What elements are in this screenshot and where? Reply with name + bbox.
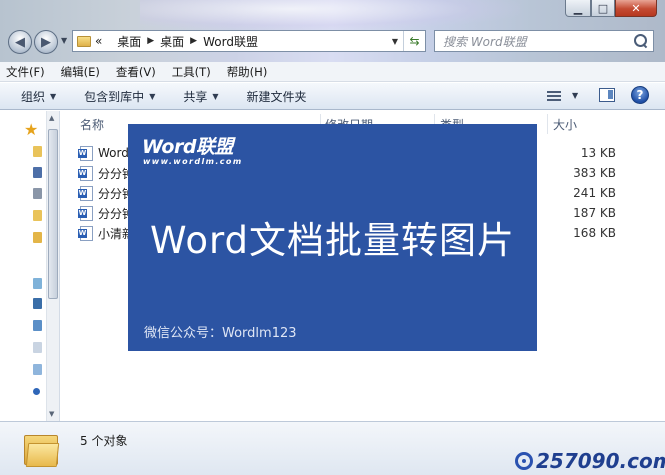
promo-banner: Word联盟 www.wordlm.com Word文档批量转图片 微信公众号：… xyxy=(128,124,537,351)
breadcrumb-item-current[interactable]: Word联盟 xyxy=(203,33,258,50)
nav-desktop-icon[interactable] xyxy=(33,167,42,178)
favorites-star-icon[interactable]: ★ xyxy=(24,120,38,139)
forward-button[interactable]: ▶ xyxy=(34,30,58,54)
nav-music-icon[interactable] xyxy=(33,364,42,375)
close-button[interactable]: ✕ xyxy=(615,0,657,17)
organize-label: 组织 xyxy=(21,89,46,104)
table-row[interactable]: 分分钟 xyxy=(78,185,134,201)
word-document-icon xyxy=(78,205,93,221)
table-row[interactable]: 小清新 xyxy=(78,225,134,241)
column-divider[interactable] xyxy=(547,114,548,134)
chevron-down-icon: ▼ xyxy=(149,91,156,101)
scroll-up-icon[interactable]: ▲ xyxy=(49,114,54,122)
command-bar: 组织 ▼ 包含到库中 ▼ 共享 ▼ 新建文件夹 xyxy=(0,83,665,110)
preview-pane-icon[interactable] xyxy=(599,88,615,102)
folder-icon xyxy=(24,431,60,467)
refresh-button[interactable]: ⇆ xyxy=(403,31,425,51)
nav-pictures-icon[interactable] xyxy=(33,320,42,331)
nav-folder-icon[interactable] xyxy=(33,210,42,221)
brand-url: www.wordlm.com xyxy=(143,157,243,166)
share-button[interactable]: 共享 ▼ xyxy=(183,88,218,105)
breadcrumb: « 桌面 ▶ 桌面 ▶ Word联盟 xyxy=(95,33,258,50)
view-options-icon[interactable] xyxy=(547,89,561,103)
table-row[interactable]: Word xyxy=(78,145,129,161)
chevron-right-icon[interactable]: ▶ xyxy=(147,36,154,46)
help-icon[interactable]: ? xyxy=(631,86,649,104)
search-icon[interactable] xyxy=(634,34,648,48)
window-controls: ▁ □ ✕ xyxy=(565,0,657,17)
word-document-icon xyxy=(78,165,93,181)
search-input[interactable]: 搜索 Word联盟 xyxy=(434,30,654,52)
nav-homegroup-icon[interactable] xyxy=(33,388,40,395)
file-name: Word xyxy=(98,146,129,160)
chevron-right-icon[interactable]: ▶ xyxy=(190,36,197,46)
watermark-text: 257090.com xyxy=(536,449,665,473)
organize-button[interactable]: 组织 ▼ xyxy=(21,88,56,105)
address-bar[interactable]: « 桌面 ▶ 桌面 ▶ Word联盟 ▼ ⇆ xyxy=(72,30,426,52)
breadcrumb-item-desktop[interactable]: 桌面 xyxy=(117,33,141,50)
menu-help[interactable]: 帮助(H) xyxy=(227,64,268,80)
menu-tools[interactable]: 工具(T) xyxy=(172,64,211,80)
file-size: 383 KB xyxy=(573,166,616,180)
address-history-dropdown[interactable]: ▼ xyxy=(387,37,403,46)
back-arrow-icon: ◀ xyxy=(15,34,25,50)
file-size: 168 KB xyxy=(573,226,616,240)
nav-videos-icon[interactable] xyxy=(33,298,42,309)
wechat-account: 微信公众号：Wordlm123 xyxy=(144,326,297,341)
nav-library-icon[interactable] xyxy=(33,278,42,289)
watermark-logo-icon xyxy=(515,452,533,470)
nav-scrollbar[interactable]: ▲ ▼ xyxy=(46,111,59,421)
file-size: 13 KB xyxy=(580,146,616,160)
banner-title: Word文档批量转图片 xyxy=(149,219,516,262)
table-row[interactable]: 分分钟 xyxy=(78,165,134,181)
file-size: 241 KB xyxy=(573,186,616,200)
menu-bar: 文件(F) 编辑(E) 查看(V) 工具(T) 帮助(H) xyxy=(0,62,665,82)
column-header-size[interactable]: 大小 xyxy=(553,114,577,134)
table-row[interactable]: 分分钟 xyxy=(78,205,134,221)
word-document-icon xyxy=(78,185,93,201)
search-placeholder: 搜索 Word联盟 xyxy=(443,34,527,49)
menu-edit[interactable]: 编辑(E) xyxy=(61,64,100,80)
site-watermark: 257090.com xyxy=(515,449,665,473)
minimize-button[interactable]: ▁ xyxy=(565,0,591,17)
nav-recent-icon[interactable] xyxy=(33,188,42,199)
nav-documents-icon[interactable] xyxy=(33,342,42,353)
refresh-icon: ⇆ xyxy=(409,34,420,48)
recent-pages-dropdown[interactable]: ▼ xyxy=(61,36,67,45)
scroll-down-icon[interactable]: ▼ xyxy=(49,410,54,418)
view-dropdown-icon[interactable]: ▼ xyxy=(572,91,578,100)
menu-file[interactable]: 文件(F) xyxy=(6,64,45,80)
chevron-right-icon xyxy=(108,36,111,46)
include-library-button[interactable]: 包含到库中 ▼ xyxy=(84,88,155,105)
share-label: 共享 xyxy=(183,89,208,104)
word-document-icon xyxy=(78,225,93,241)
forward-arrow-icon: ▶ xyxy=(41,34,51,50)
maximize-button[interactable]: □ xyxy=(591,0,615,17)
nav-folder-icon[interactable] xyxy=(33,146,42,157)
breadcrumb-overflow[interactable]: « xyxy=(95,34,102,48)
new-folder-label: 新建文件夹 xyxy=(246,89,307,104)
include-library-label: 包含到库中 xyxy=(84,89,145,104)
column-header-name[interactable]: 名称 xyxy=(80,114,104,134)
breadcrumb-item-desktop-2[interactable]: 桌面 xyxy=(160,33,184,50)
file-size: 187 KB xyxy=(573,206,616,220)
new-folder-button[interactable]: 新建文件夹 xyxy=(247,88,307,105)
item-count: 5 个对象 xyxy=(80,434,128,448)
folder-icon xyxy=(77,35,91,47)
chevron-down-icon: ▼ xyxy=(50,91,57,101)
word-document-icon xyxy=(78,145,93,161)
brand-logo: Word联盟 xyxy=(142,136,233,158)
nav-folder-icon[interactable] xyxy=(33,232,42,243)
back-button[interactable]: ◀ xyxy=(8,30,32,54)
chevron-down-icon: ▼ xyxy=(212,91,219,101)
nav-scroll-thumb[interactable] xyxy=(48,129,58,299)
menu-view[interactable]: 查看(V) xyxy=(116,64,156,80)
